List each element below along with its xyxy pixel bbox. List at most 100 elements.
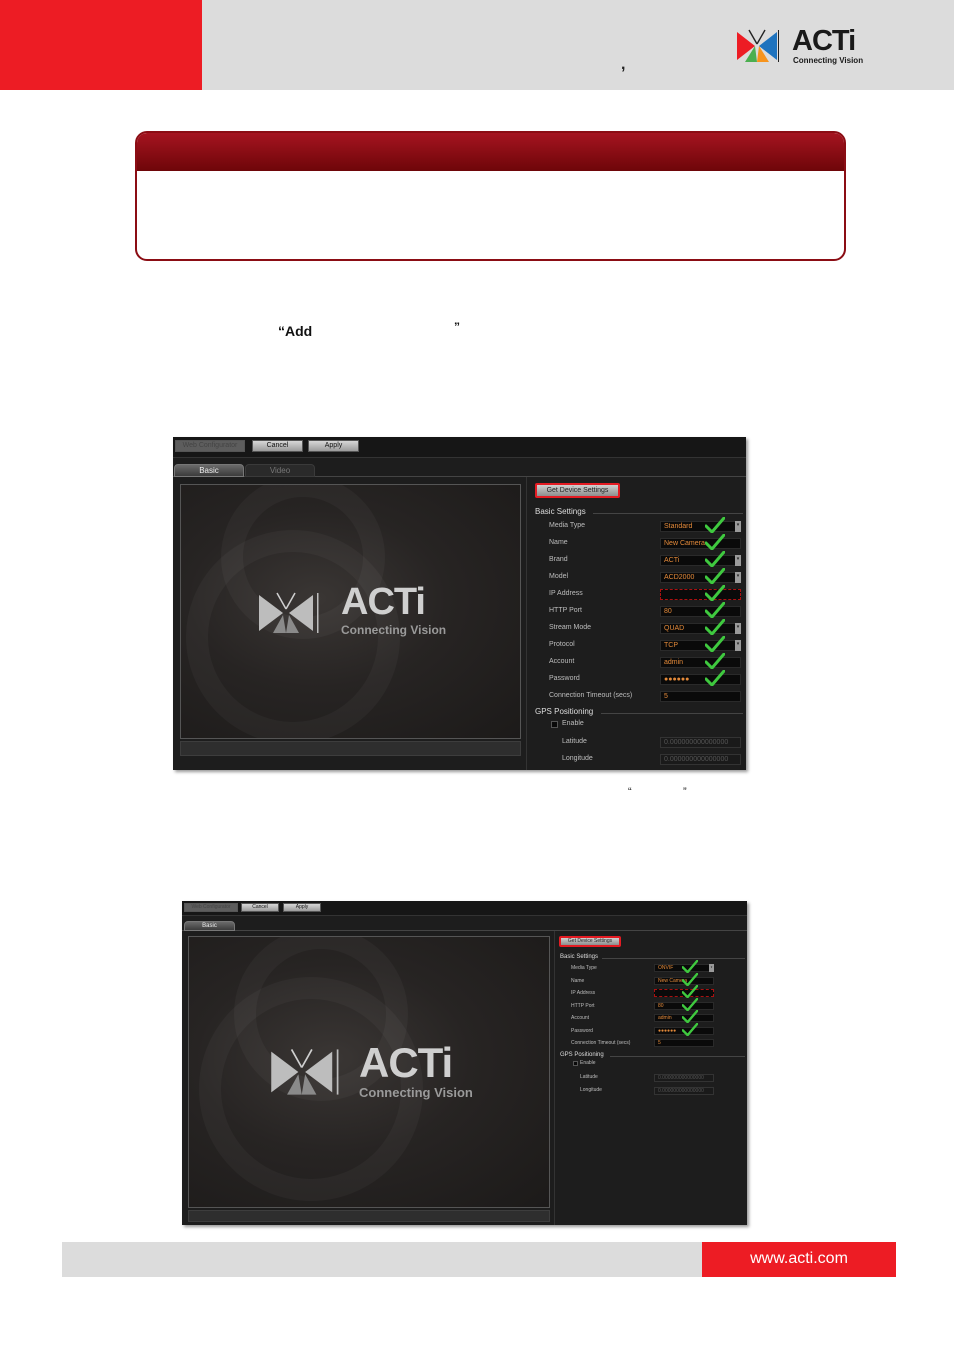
select-field[interactable]: ACD2000 (660, 572, 741, 583)
chevron-down-icon[interactable]: ▾ (735, 555, 741, 566)
check-icon (682, 960, 698, 973)
butterfly-logo-icon (259, 592, 319, 633)
chevron-down-icon[interactable]: ▾ (709, 964, 714, 972)
gps-enable-checkbox[interactable] (551, 721, 558, 728)
text-field[interactable]: admin (660, 657, 741, 668)
header-comma: , (621, 56, 626, 73)
check-icon (705, 517, 725, 533)
gps-positioning-title: GPS Positioning (535, 707, 594, 716)
cancel-button[interactable]: Cancel (241, 903, 279, 912)
preview-logo-tagline: Connecting Vision (341, 623, 447, 637)
basic-settings-title: Basic Settings (560, 954, 599, 960)
tab-video[interactable]: Video (245, 464, 315, 477)
check-icon (705, 551, 725, 567)
field-label: Brand (549, 556, 568, 563)
note-box (135, 131, 846, 261)
note-title-bar (137, 133, 844, 171)
caption-open-quote: “ (628, 786, 632, 798)
select-field[interactable]: QUAD (660, 623, 741, 634)
text-field[interactable]: 5 (660, 691, 741, 702)
text-field[interactable]: 80 (660, 606, 741, 617)
field-label: IP Address (571, 990, 596, 996)
tab-basic[interactable]: Basic (184, 921, 235, 931)
field-label: Account (571, 1015, 590, 1021)
get-device-settings-button[interactable]: Get Device Settings (559, 936, 621, 947)
preview-logo-word: ACTi (341, 581, 426, 623)
text-field[interactable]: New Camera (660, 538, 741, 549)
preview-control-bar (188, 1210, 550, 1222)
apply-button[interactable]: Apply (308, 440, 359, 452)
cancel-button[interactable]: Cancel (252, 440, 303, 452)
check-icon (705, 636, 725, 652)
longitude-field[interactable]: 0.000000000000000 (654, 1087, 714, 1095)
preview-control-bar (180, 741, 521, 756)
chevron-down-icon[interactable]: ▾ (735, 640, 741, 651)
caption-close-quote: ” (683, 786, 687, 798)
chevron-down-icon[interactable]: ▾ (735, 572, 741, 583)
check-icon (682, 972, 698, 986)
section-rule (602, 958, 745, 959)
gps-enable-label: Enable (562, 720, 584, 727)
check-icon (682, 985, 698, 998)
closing-quote: ” (454, 320, 460, 334)
check-icon (705, 602, 725, 618)
section-rule (593, 513, 743, 514)
tab-basic[interactable]: Basic (174, 464, 244, 477)
field-label: Name (549, 539, 568, 546)
screenshot-add-device-onvif: Web Configurator Cancel Apply Basic ACTi… (182, 901, 747, 1225)
field-label: Password (571, 1027, 593, 1034)
text-field[interactable]: ●●●●●● (660, 674, 741, 685)
check-icon (682, 1022, 698, 1036)
footer-url-link[interactable]: www.acti.com (702, 1242, 896, 1277)
check-icon (705, 619, 725, 635)
latitude-label: Latitude (580, 1074, 598, 1080)
logo-wordmark: ACTi (792, 25, 856, 57)
select-field[interactable]: Standard (660, 521, 741, 532)
text-field[interactable]: 5 (654, 1039, 714, 1047)
latitude-label: Latitude (562, 738, 587, 745)
check-icon (682, 997, 698, 1011)
select-field[interactable]: TCP (660, 640, 741, 651)
field-label: Name (571, 977, 585, 984)
latitude-field[interactable]: 0.000000000000000 (660, 737, 741, 748)
field-label: Connection Timeout (secs) (549, 692, 633, 699)
longitude-label: Longitude (580, 1087, 602, 1093)
check-icon (705, 534, 725, 550)
text-field[interactable] (660, 589, 741, 600)
butterfly-logo-icon (271, 1049, 339, 1095)
field-label: IP Address (549, 590, 583, 597)
acti-logo-icon (737, 29, 779, 62)
chevron-down-icon[interactable]: ▾ (735, 521, 741, 532)
latitude-field[interactable]: 0.000000000000000 (654, 1074, 714, 1082)
check-icon (705, 585, 725, 601)
field-label: Media Type (571, 965, 597, 971)
field-label: Account (549, 658, 575, 665)
section-rule (601, 713, 743, 714)
select-field[interactable]: ACTi (660, 555, 741, 566)
longitude-field[interactable]: 0.000000000000000 (660, 754, 741, 765)
video-preview: ACTi Connecting Vision (188, 936, 550, 1208)
chevron-down-icon[interactable]: ▾ (735, 623, 741, 634)
field-label: Protocol (549, 641, 575, 648)
gps-enable-checkbox[interactable] (573, 1061, 578, 1066)
add-quote-text: “Add (278, 323, 313, 339)
web-configurator-button[interactable]: Web Configurator (184, 903, 238, 912)
preview-logo-word: ACTi (359, 1039, 453, 1086)
basic-settings-title: Basic Settings (535, 507, 586, 516)
field-label: HTTP Port (571, 1002, 595, 1009)
field-label: Connection Timeout (secs) (571, 1040, 631, 1046)
field-label: Stream Mode (549, 624, 592, 631)
get-device-settings-button[interactable]: Get Device Settings (535, 483, 620, 498)
header-red-block (0, 0, 202, 90)
screenshot-add-device-acti: Web Configurator Cancel Apply Basic Vide… (173, 437, 746, 770)
check-icon (705, 653, 725, 669)
panel-divider (554, 931, 555, 1225)
gps-enable-label: Enable (580, 1060, 596, 1066)
field-label: Password (549, 675, 580, 682)
tab-divider (182, 930, 747, 931)
longitude-label: Longitude (562, 755, 593, 762)
check-icon (682, 1010, 698, 1023)
web-configurator-button[interactable]: Web Configurator (175, 440, 245, 452)
preview-logo-tagline: Connecting Vision (359, 1085, 473, 1100)
apply-button[interactable]: Apply (283, 903, 321, 912)
